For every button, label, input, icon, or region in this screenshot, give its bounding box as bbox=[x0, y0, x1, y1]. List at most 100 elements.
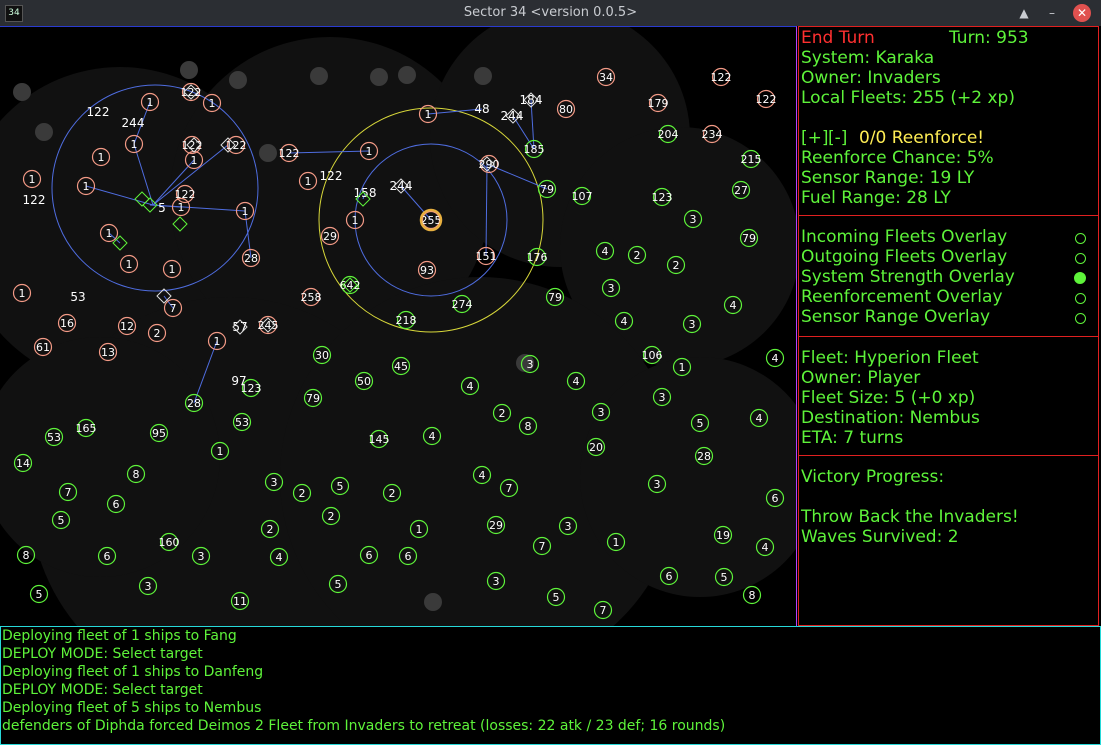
player-system-label: 165 bbox=[76, 422, 97, 435]
player-system-label: 176 bbox=[527, 251, 548, 264]
window-titlebar: 34 Sector 34 <version 0.0.5> ▲ – ✕ bbox=[0, 0, 1101, 26]
system-info-panel: End Turn Turn: 953 System: Karaka Owner:… bbox=[798, 26, 1099, 216]
player-system-label: 1 bbox=[613, 536, 620, 549]
reenforce-plus-button[interactable]: [+] bbox=[801, 128, 829, 148]
overlay-incoming-fleets[interactable]: Incoming Fleets Overlay bbox=[801, 227, 1007, 247]
invader-system-label: 1 bbox=[131, 138, 138, 151]
minimize-icon[interactable]: – bbox=[1043, 4, 1061, 22]
player-system-label: 6 bbox=[366, 549, 373, 562]
overlay-system-strength-toggle[interactable] bbox=[1074, 272, 1086, 284]
fuel-range: Fuel Range: 28 LY bbox=[801, 188, 951, 208]
local-fleets: Local Fleets: 255 (+2 xp) bbox=[801, 88, 1015, 108]
player-system-label: 6 bbox=[104, 550, 111, 563]
invader-system-label: 1 bbox=[178, 201, 185, 214]
galaxy-map-canvas[interactable]: 1221 11 122 1221 1111221 111 1281716 12261 13124… bbox=[0, 27, 796, 626]
invader-system-label: 12 bbox=[120, 320, 134, 333]
player-system-label: 45 bbox=[394, 360, 408, 373]
player-system-label: 185 bbox=[524, 143, 545, 156]
invader-system-label: 1 bbox=[352, 214, 359, 227]
player-system-label: 1 bbox=[217, 445, 224, 458]
player-system-label: 2 bbox=[673, 259, 680, 272]
player-system-label: 6 bbox=[405, 550, 412, 563]
fleet-destination: Destination: Nembus bbox=[801, 408, 980, 428]
player-system-label: 3 bbox=[659, 391, 666, 404]
invader-system-label: 1 bbox=[106, 227, 113, 240]
invader-system-label: 1 bbox=[366, 145, 373, 158]
player-system-label: 53 bbox=[235, 416, 249, 429]
fleet-strength-label: 57 bbox=[232, 320, 247, 334]
system-name: System: Karaka bbox=[801, 48, 935, 68]
system-owner: Owner: Invaders bbox=[801, 68, 941, 88]
dust-cloud bbox=[398, 66, 416, 84]
overlay-reenforcement-toggle[interactable] bbox=[1075, 293, 1086, 304]
close-icon[interactable]: ✕ bbox=[1073, 4, 1091, 22]
overlay-outgoing-fleets[interactable]: Outgoing Fleets Overlay bbox=[801, 247, 1007, 267]
player-system-label: 5 bbox=[553, 591, 560, 604]
player-system-label: 1 bbox=[679, 361, 686, 374]
player-system-label: 4 bbox=[479, 469, 486, 482]
fleet-strength-label: 184 bbox=[520, 93, 543, 107]
invader-system-label: 179 bbox=[648, 97, 669, 110]
reenforce-button[interactable]: 0/0 Reenforce! bbox=[859, 128, 984, 148]
fleet-eta: ETA: 7 turns bbox=[801, 428, 904, 448]
reenforce-minus-button[interactable]: [-] bbox=[828, 128, 847, 148]
player-system-label: 14 bbox=[16, 457, 30, 470]
player-system-label: 2 bbox=[267, 523, 274, 536]
keep-above-icon[interactable]: ▲ bbox=[1015, 4, 1033, 22]
invader-system-label: 1 bbox=[214, 335, 221, 348]
player-system-label: 123 bbox=[652, 191, 673, 204]
player-system-label: 4 bbox=[467, 380, 474, 393]
overlay-incoming-fleets-toggle[interactable] bbox=[1075, 233, 1086, 244]
invader-system-label: 122 bbox=[711, 71, 732, 84]
invader-system-label: 80 bbox=[559, 103, 573, 116]
invader-system-label: 258 bbox=[301, 291, 322, 304]
player-system-label: 2 bbox=[328, 510, 335, 523]
player-system-label: 160 bbox=[159, 536, 180, 549]
player-system-label: 79 bbox=[742, 232, 756, 245]
player-system-label: 3 bbox=[654, 478, 661, 491]
invader-system-label: 61 bbox=[36, 341, 50, 354]
player-system-label: 274 bbox=[452, 298, 473, 311]
player-system-label: 7 bbox=[600, 604, 607, 617]
player-system-label: 107 bbox=[572, 190, 593, 203]
player-system-label: 27 bbox=[734, 184, 748, 197]
galaxy-map[interactable]: 122 1 1 1 122 122 1 1 1 1 122 1 1 1 1 1 28 1 7 16 12 2 61 13 1 24… bbox=[0, 26, 797, 626]
player-system-label: 204 bbox=[658, 128, 679, 141]
player-system-label: 6 bbox=[772, 492, 779, 505]
player-system-label: 106 bbox=[642, 349, 663, 362]
overlay-system-strength[interactable]: System Strength Overlay bbox=[801, 267, 1015, 287]
sensor-range: Sensor Range: 19 LY bbox=[801, 168, 975, 188]
player-system-label: 5 bbox=[36, 588, 43, 601]
invader-system-label: 16 bbox=[60, 317, 74, 330]
dust-cloud bbox=[310, 67, 328, 85]
fleet-strength-label: 244 bbox=[122, 116, 145, 130]
end-turn-button[interactable]: End Turn bbox=[801, 28, 875, 48]
overlay-panel: Incoming Fleets Overlay Outgoing Fleets … bbox=[798, 215, 1099, 337]
player-system-label: 4 bbox=[429, 430, 436, 443]
dust-cloud bbox=[474, 67, 492, 85]
dust-cloud bbox=[35, 123, 53, 141]
fleet-strength-label: 5 bbox=[158, 201, 166, 215]
overlay-outgoing-fleets-toggle[interactable] bbox=[1075, 253, 1086, 264]
player-system-label: 79 bbox=[548, 291, 562, 304]
overlay-reenforcement[interactable]: Reenforcement Overlay bbox=[801, 287, 1003, 307]
dust-cloud bbox=[180, 61, 198, 79]
player-system-label: 6 bbox=[666, 570, 673, 583]
player-system-label: 6 bbox=[113, 498, 120, 511]
waves-survived: Waves Survived: 2 bbox=[801, 527, 959, 547]
turn-counter: Turn: 953 bbox=[949, 28, 1029, 48]
invader-system-label: 28 bbox=[244, 252, 258, 265]
overlay-sensor-range-toggle[interactable] bbox=[1075, 313, 1086, 324]
victory-title: Victory Progress: bbox=[801, 467, 945, 487]
player-system-label: 3 bbox=[271, 476, 278, 489]
player-system-label: 28 bbox=[187, 397, 201, 410]
invader-system-label: 122 bbox=[279, 147, 300, 160]
overlay-sensor-range[interactable]: Sensor Range Overlay bbox=[801, 307, 990, 327]
player-system-label: 11 bbox=[233, 595, 247, 608]
player-system-label: 50 bbox=[357, 375, 371, 388]
invader-system-label: 1 bbox=[147, 96, 154, 109]
player-system-label: 3 bbox=[145, 580, 152, 593]
victory-panel: Victory Progress: Throw Back the Invader… bbox=[798, 455, 1099, 626]
invader-system-label: 1 bbox=[305, 175, 312, 188]
player-system-label: 8 bbox=[133, 468, 140, 481]
